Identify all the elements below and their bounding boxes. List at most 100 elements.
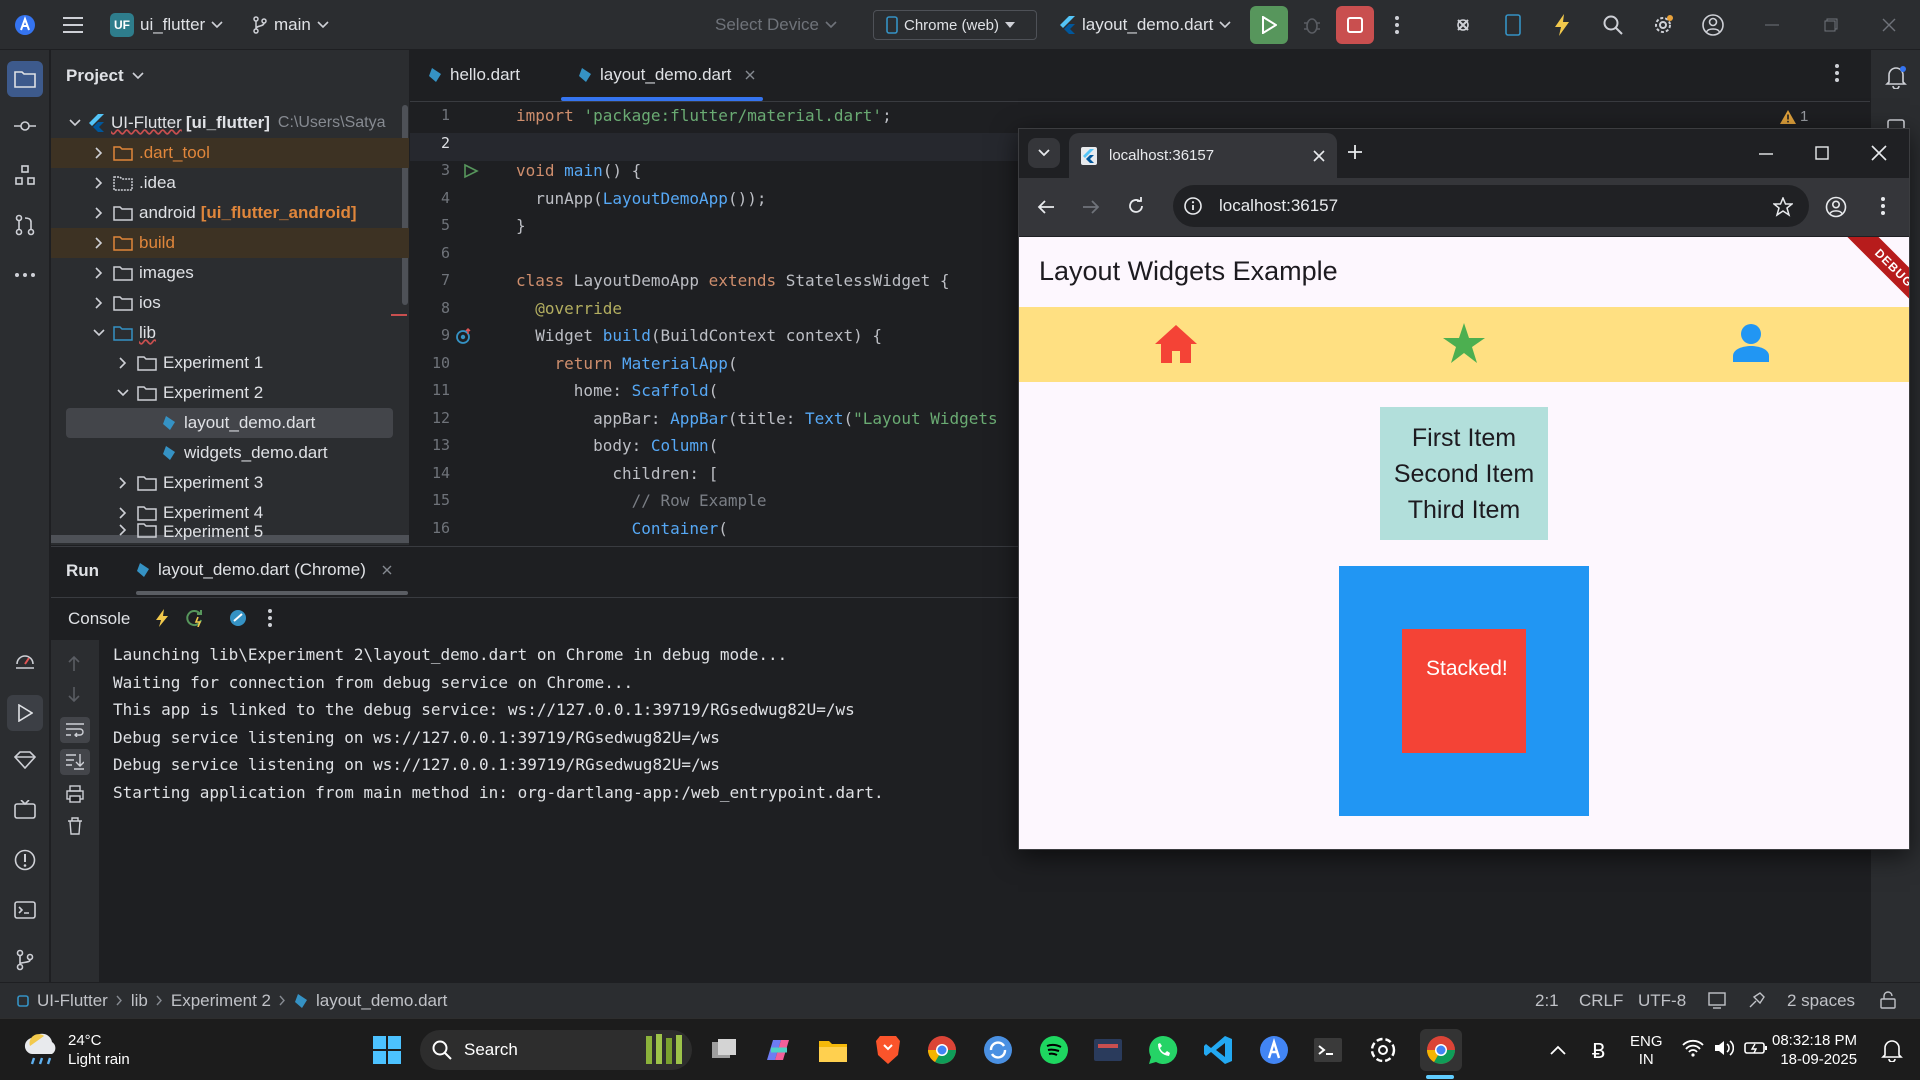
project-switcher[interactable]: UF ui_flutter: [110, 0, 223, 50]
android-studio-icon[interactable]: [1256, 1032, 1292, 1068]
back-arrow-icon[interactable]: [1037, 199, 1055, 215]
chatgpt-icon[interactable]: [1365, 1032, 1401, 1068]
device-selector[interactable]: Chrome (web): [873, 10, 1037, 40]
tree-row-dart-tool[interactable]: .dart_tool: [51, 138, 409, 168]
chrome-active-icon[interactable]: [1420, 1029, 1462, 1071]
inspection-widget[interactable]: 1: [1780, 108, 1808, 125]
show-hidden-icons[interactable]: [1540, 1032, 1576, 1068]
run-config-selector[interactable]: layout_demo.dart: [1060, 0, 1231, 50]
scroll-to-end-icon[interactable]: [60, 749, 90, 775]
browser-menu-icon[interactable]: [1881, 197, 1885, 215]
tree-row-widgets-demo[interactable]: widgets_demo.dart: [51, 438, 409, 468]
tree-row-lib[interactable]: lib: [51, 318, 409, 348]
taskbar-search-box[interactable]: Search: [420, 1030, 692, 1070]
language-indicator[interactable]: ENG IN: [1630, 1033, 1663, 1069]
flutter-inspector-icon[interactable]: [1448, 10, 1478, 40]
tree-row-layout-demo[interactable]: layout_demo.dart: [66, 408, 393, 438]
breadcrumb-item[interactable]: lib: [131, 991, 148, 1011]
clock[interactable]: 08:32:18 PM 18-09-2025: [1772, 1031, 1857, 1069]
browser-maximize-icon[interactable]: [1815, 146, 1829, 160]
run-config-tab[interactable]: layout_demo.dart (Chrome): [136, 547, 392, 593]
file-encoding[interactable]: UTF-8: [1638, 991, 1686, 1011]
terminal-tool-icon[interactable]: [10, 895, 40, 925]
main-menu-icon[interactable]: [58, 10, 88, 40]
bitcoin-tray-icon[interactable]: Ƀ: [1582, 1032, 1618, 1068]
tree-row-experiment-5[interactable]: Experiment 5: [51, 522, 409, 540]
run-button[interactable]: [1250, 6, 1288, 44]
override-gutter-icon[interactable]: [455, 327, 473, 345]
search-icon[interactable]: [1598, 10, 1628, 40]
lock-icon[interactable]: [1880, 991, 1896, 1009]
close-tab-icon[interactable]: [745, 70, 755, 80]
vscode-icon[interactable]: [1200, 1032, 1236, 1068]
close-window-icon[interactable]: [1874, 10, 1904, 40]
project-tool-icon[interactable]: [7, 61, 43, 97]
power-save-icon[interactable]: [1748, 991, 1766, 1009]
tree-row-experiment-2[interactable]: Experiment 2: [51, 378, 409, 408]
brave-browser-icon[interactable]: [870, 1032, 906, 1068]
tree-row-experiment-1[interactable]: Experiment 1: [51, 348, 409, 378]
file-explorer-icon[interactable]: [815, 1032, 851, 1068]
tree-row-idea[interactable]: .idea: [51, 168, 409, 198]
hot-reload-console-icon[interactable]: [156, 609, 168, 627]
close-tab-icon[interactable]: [382, 565, 392, 575]
notification-center-icon[interactable]: [1874, 1032, 1910, 1068]
ide-logo-icon[interactable]: [10, 10, 40, 40]
breadcrumb-item[interactable]: layout_demo.dart: [316, 991, 447, 1011]
tree-row-ios[interactable]: ios: [51, 288, 409, 318]
structure-tool-icon[interactable]: [10, 160, 40, 190]
console-more-icon[interactable]: [268, 609, 272, 627]
indent-setting[interactable]: 2 spaces: [1787, 991, 1855, 1011]
editor-tabs-more-icon[interactable]: [1835, 64, 1839, 82]
clear-console-icon[interactable]: [67, 817, 83, 835]
chrome-icon[interactable]: [924, 1032, 960, 1068]
git-tool-icon[interactable]: [10, 945, 40, 975]
console-tab[interactable]: Console: [68, 609, 130, 629]
pull-requests-icon[interactable]: [10, 210, 40, 240]
tree-row-android[interactable]: android [ui_flutter_android]: [51, 198, 409, 228]
branch-switcher[interactable]: main: [252, 0, 329, 50]
tree-row-images[interactable]: images: [51, 258, 409, 288]
system-tray-icons[interactable]: [1682, 1039, 1768, 1057]
tree-row-build[interactable]: build: [51, 228, 409, 258]
run-tool-icon[interactable]: [7, 695, 43, 731]
read-only-toggle-icon[interactable]: [1708, 991, 1726, 1009]
tab-hello-dart[interactable]: hello.dart: [428, 50, 520, 100]
devtools-icon[interactable]: [229, 609, 247, 627]
weather-widget[interactable]: 24°C Light rain: [22, 1031, 130, 1069]
whatsapp-icon[interactable]: [1145, 1032, 1181, 1068]
windows-start-icon[interactable]: [369, 1032, 405, 1068]
breadcrumb-item[interactable]: Experiment 2: [171, 991, 271, 1011]
project-panel-header[interactable]: Project: [66, 50, 144, 102]
settings-gear-icon[interactable]: [1648, 10, 1678, 40]
stop-button[interactable]: [1336, 6, 1374, 44]
line-separator[interactable]: CRLF: [1579, 991, 1623, 1011]
close-tab-icon[interactable]: [1313, 149, 1325, 162]
scroll-down-icon[interactable]: [67, 687, 81, 703]
forward-arrow-icon[interactable]: [1082, 199, 1100, 215]
spotify-icon[interactable]: [1036, 1032, 1072, 1068]
minimize-icon[interactable]: [1757, 10, 1787, 40]
more-actions-icon[interactable]: [1382, 10, 1412, 40]
print-icon[interactable]: [66, 785, 84, 803]
sync-app-icon[interactable]: [980, 1032, 1016, 1068]
profile-icon[interactable]: [1825, 196, 1847, 218]
scroll-up-icon[interactable]: [67, 655, 81, 671]
run-gutter-icon[interactable]: [463, 163, 479, 179]
msi-center-icon[interactable]: [1090, 1032, 1126, 1068]
terminal-icon[interactable]: [1310, 1032, 1346, 1068]
restore-icon[interactable]: [1816, 10, 1846, 40]
tab-search-button[interactable]: [1028, 138, 1060, 168]
flutter-performance-icon[interactable]: [10, 645, 40, 675]
browser-tab[interactable]: localhost:36157: [1069, 133, 1337, 178]
more-tools-icon[interactable]: [10, 260, 40, 290]
browser-close-icon[interactable]: [1871, 145, 1887, 161]
dart-analysis-icon[interactable]: [10, 745, 40, 775]
notifications-bell-icon[interactable]: [1881, 62, 1911, 92]
browser-minimize-icon[interactable]: [1759, 153, 1773, 155]
breadcrumb-item[interactable]: UI-Flutter: [37, 991, 108, 1011]
device-manager-icon[interactable]: [1498, 10, 1528, 40]
reload-icon[interactable]: [1127, 197, 1145, 215]
site-info-icon[interactable]: [1183, 196, 1203, 216]
address-bar[interactable]: localhost:36157: [1173, 185, 1809, 227]
